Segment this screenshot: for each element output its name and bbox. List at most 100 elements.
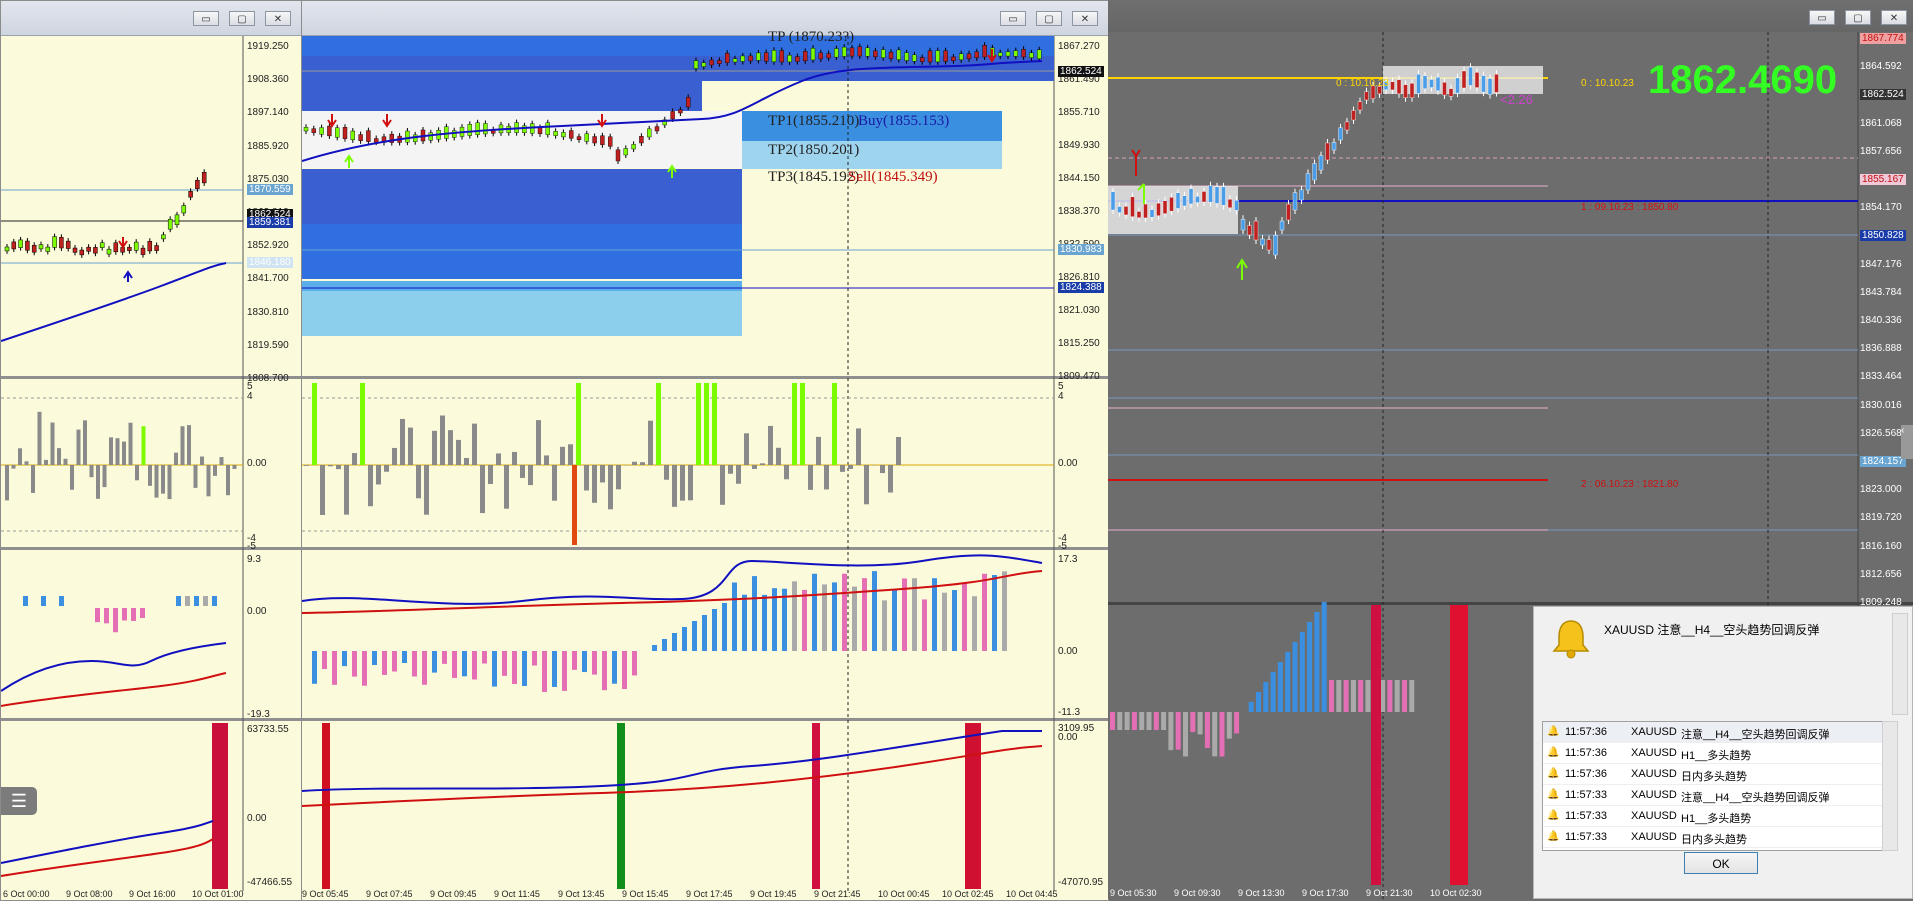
candle-body	[1339, 128, 1343, 140]
chart-window-left[interactable]: ▭ ▢ ✕ 1919.2501908.3601897.1401885.92018…	[0, 0, 302, 901]
candle-body	[1423, 76, 1427, 89]
candle-body	[46, 247, 50, 251]
histogram-bar	[1402, 680, 1407, 712]
tp1-label: TP1(1855.210)	[768, 113, 859, 130]
collapse-sidebar-tab[interactable]: ‹	[1901, 425, 1913, 459]
candle-body	[717, 60, 721, 63]
candle-body	[1358, 102, 1362, 110]
left-chart-canvas[interactable]	[1, 1, 301, 900]
bell-icon: 🔔	[1547, 768, 1559, 779]
alert-row[interactable]: 🔔11:57:36XAUUSD日内多头趋势	[1543, 764, 1883, 785]
candle-body	[788, 55, 792, 62]
histogram-bar	[212, 596, 217, 606]
osc-scale-label: -5	[1058, 541, 1067, 552]
oscillator-bar	[568, 444, 573, 465]
candle-body	[1313, 164, 1317, 180]
candle-body	[1456, 78, 1460, 93]
candle-body	[12, 242, 16, 249]
alert-row[interactable]: 🔔11:57:33XAUUSD注意__H4__空头趋势回调反弹	[1543, 785, 1883, 806]
oscillator-bar	[312, 383, 317, 465]
price-scale-label: 1812.656	[1860, 569, 1902, 580]
candle-body	[155, 245, 159, 250]
oscillator-bar	[480, 465, 485, 513]
vol-scale-label: 63733.55	[247, 724, 289, 735]
candle-body	[827, 54, 831, 58]
alert-row[interactable]: 🔔11:57:36XAUUSD注意__H4__空头趋势回调反弹	[1543, 722, 1883, 743]
macd-pane	[1, 550, 243, 718]
histogram-bar	[1176, 712, 1181, 750]
oscillator-bar	[168, 465, 172, 499]
price-scale-label: 1823.000	[1860, 484, 1902, 495]
current-price-display: 1862.4690	[1648, 58, 1837, 103]
alert-symbol: XAUUSD	[1631, 789, 1677, 801]
price-scale-label: 1919.250	[247, 41, 289, 52]
candle-body	[1443, 82, 1447, 95]
candle-body	[1430, 79, 1434, 87]
history-scrollbar[interactable]	[1882, 721, 1898, 851]
time-axis-label: 9 Oct 15:45	[622, 889, 669, 899]
alert-history-list[interactable]: 🔔11:57:36XAUUSD注意__H4__空头趋势回调反弹🔔11:57:36…	[1542, 721, 1884, 851]
histogram-bar	[992, 575, 997, 651]
candle-body	[1228, 199, 1232, 207]
candle-body	[1124, 206, 1128, 215]
candle-body	[1150, 210, 1154, 218]
candle-body	[967, 54, 971, 59]
middle-chart-canvas[interactable]	[302, 1, 1108, 900]
ok-button[interactable]: OK	[1684, 852, 1758, 874]
price-scale-label: 1908.360	[247, 74, 289, 85]
time-axis-label: 10 Oct 01:00	[192, 889, 244, 899]
histogram-bar	[1329, 680, 1334, 712]
candle-body	[616, 150, 620, 161]
alert-row[interactable]: 🔔11:57:33XAUUSDH1__多头趋势	[1543, 806, 1883, 827]
list-menu-icon[interactable]: ☰	[1, 787, 37, 815]
histogram-bar	[1168, 712, 1173, 750]
histogram-bar	[632, 651, 637, 675]
price-scale-label: 1855.167	[1860, 174, 1906, 185]
alert-time: 11:57:36	[1565, 747, 1607, 759]
histogram-bar	[562, 651, 567, 691]
candle-body	[522, 126, 526, 133]
oscillator-bar	[456, 440, 461, 465]
alert-row[interactable]: 🔔11:57:36XAUUSDH1__多头趋势	[1543, 743, 1883, 764]
oscillator-bar	[103, 465, 107, 487]
candle-body	[842, 47, 846, 56]
histogram-bar	[942, 593, 947, 651]
oscillator-pane	[302, 379, 1054, 547]
candle-body	[944, 51, 948, 62]
candle-body	[772, 50, 776, 62]
oscillator-bar	[213, 465, 217, 476]
candle-body	[866, 48, 870, 56]
oscillator-bar	[83, 420, 87, 465]
candle-body	[320, 128, 324, 135]
chart-window-middle[interactable]: ▭ ▢ ✕ 1867.2701861.4901855.7101849.93018…	[301, 0, 1109, 901]
histogram-bar	[422, 651, 427, 685]
candle-body	[1300, 190, 1304, 200]
candle-body	[1326, 143, 1330, 160]
candle-body	[1183, 196, 1187, 206]
oscillator-bar	[57, 448, 61, 465]
candle-body	[312, 129, 316, 133]
oscillator-bar	[520, 465, 525, 478]
oscillator-bar	[776, 448, 781, 465]
histogram-bar	[203, 596, 208, 606]
delta-label: <2.26	[1500, 92, 1533, 107]
candle-body	[1417, 74, 1421, 93]
histogram-bar	[1271, 672, 1276, 712]
alert-row[interactable]: 🔔11:57:33XAUUSD日内多头趋势	[1543, 827, 1883, 848]
candle-body	[19, 240, 23, 248]
candle-body	[1274, 235, 1278, 255]
alert-symbol: XAUUSD	[1631, 726, 1677, 738]
histogram-bar	[922, 599, 927, 651]
candle-body	[1287, 204, 1291, 220]
alert-dialog[interactable]: XAUUSD 注意__H4__空头趋势回调反弹 🔔11:57:36XAUUSD注…	[1533, 606, 1913, 899]
candle-body	[1163, 201, 1167, 214]
candle-body	[53, 237, 57, 248]
candle-body	[983, 45, 987, 57]
oscillator-bar	[368, 465, 373, 506]
histogram-bar	[432, 651, 437, 673]
histogram-bar	[312, 651, 317, 684]
candle-body	[25, 241, 29, 250]
price-scale-label: 1819.720	[1860, 512, 1902, 523]
bell-icon: 🔔	[1547, 789, 1559, 800]
message-scrollbar[interactable]	[1892, 613, 1908, 715]
